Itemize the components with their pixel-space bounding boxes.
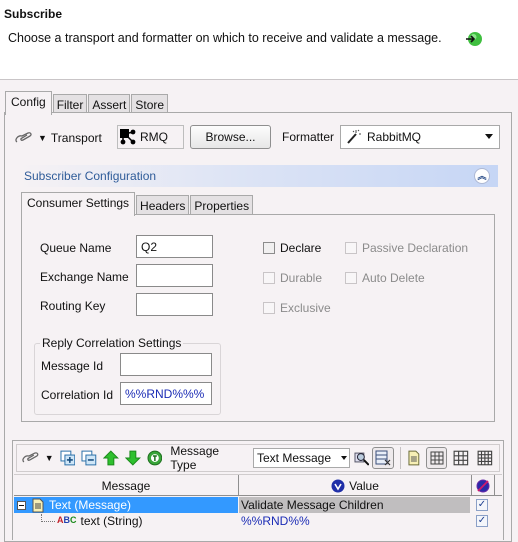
- main-tabs: Config Filter Assert Store: [5, 91, 169, 115]
- durable-label: Durable: [280, 271, 323, 285]
- header: Subscribe Choose a transport and formatt…: [0, 0, 518, 80]
- tab-filter[interactable]: Filter: [52, 94, 88, 114]
- message-document-icon: [32, 498, 44, 512]
- document-icon[interactable]: [406, 450, 422, 466]
- tab-store[interactable]: Store: [131, 94, 169, 114]
- correlation-id-input[interactable]: [120, 382, 212, 405]
- formatter-label: Formatter: [282, 130, 335, 144]
- column-separator: [494, 475, 495, 496]
- disabled-validation-icon: [476, 479, 490, 492]
- tab-assert[interactable]: Assert: [88, 94, 131, 114]
- formatter-select[interactable]: RabbitMQ: [340, 125, 500, 149]
- grid-view-2-icon[interactable]: [453, 450, 469, 466]
- rmq-transport-icon: [120, 129, 136, 145]
- column-header-enabled[interactable]: [472, 475, 494, 496]
- message-type-value: Text Message: [257, 451, 332, 465]
- table-row[interactable]: Text (Message) Validate Message Children…: [14, 497, 502, 513]
- exchange-name-label: Exchange Name: [40, 270, 129, 284]
- section-title: Subscriber Configuration: [24, 169, 157, 183]
- checkbox-box: [345, 242, 357, 254]
- paperclip-icon[interactable]: [21, 450, 41, 466]
- transport-row: ▼ Transport: [14, 125, 105, 151]
- message-id-input[interactable]: [120, 353, 212, 376]
- schema-filter-icon: [375, 450, 391, 466]
- subscriber-tabs: Consumer Settings Headers Properties: [21, 192, 254, 216]
- remove-child-icon[interactable]: [81, 450, 97, 466]
- string-type-icon: ABC: [57, 515, 77, 525]
- tab-consumer-settings[interactable]: Consumer Settings: [21, 192, 136, 216]
- tab-headers[interactable]: Headers: [136, 195, 190, 215]
- message-type-label: Message Type: [170, 444, 220, 472]
- message-cell[interactable]: Text (Message): [14, 497, 238, 513]
- durable-checkbox[interactable]: Durable: [263, 271, 322, 285]
- column-header-message[interactable]: Message: [14, 475, 238, 496]
- green-arrow-go-icon: [466, 32, 482, 46]
- message-node-label: Text (Message): [49, 498, 132, 512]
- dropdown-arrow-icon: [340, 456, 347, 460]
- magic-wand-icon: [347, 129, 361, 144]
- row-enabled-checkbox[interactable]: ✓: [476, 515, 488, 527]
- routing-key-label: Routing Key: [40, 299, 106, 313]
- grid-view-3-icon[interactable]: [477, 450, 493, 466]
- message-grid-header: Message Value: [14, 474, 502, 496]
- exchange-name-input[interactable]: [136, 264, 213, 287]
- dropdown-arrow-icon: [485, 134, 493, 139]
- validation-shield-icon: [331, 479, 345, 492]
- transport-field[interactable]: RMQ: [117, 125, 184, 149]
- checkbox-box: [263, 242, 275, 254]
- move-down-icon[interactable]: [124, 450, 141, 466]
- zoom-inspect-icon[interactable]: [354, 450, 370, 466]
- auto-delete-checkbox[interactable]: Auto Delete: [345, 271, 425, 285]
- checkbox-box: [345, 272, 357, 284]
- collapse-tree-icon[interactable]: [17, 500, 26, 510]
- auto-delete-label: Auto Delete: [362, 271, 425, 285]
- grid-view-1-toggle[interactable]: [425, 447, 448, 469]
- schema-filter-toggle[interactable]: [372, 447, 395, 469]
- paperclip-dropdown-caret-icon[interactable]: ▼: [45, 453, 54, 463]
- page-description: Choose a transport and formatter on whic…: [8, 31, 442, 45]
- reply-correlation-title: Reply Correlation Settings: [40, 336, 184, 350]
- move-up-icon[interactable]: [103, 450, 119, 466]
- routing-key-input[interactable]: [136, 293, 213, 316]
- message-toolbar: ▼ Message Type Text Message: [16, 444, 500, 472]
- tab-config[interactable]: Config: [5, 91, 52, 115]
- queue-name-input[interactable]: [136, 235, 213, 258]
- browse-button[interactable]: Browse...: [190, 125, 271, 149]
- value-header-label: Value: [349, 478, 379, 493]
- table-row[interactable]: ABC text (String) %%RND%% ✓: [14, 513, 502, 529]
- declare-checkbox[interactable]: Declare: [263, 241, 321, 255]
- text-node-icon[interactable]: [147, 450, 163, 466]
- value-cell[interactable]: Validate Message Children: [239, 497, 470, 513]
- message-type-select[interactable]: Text Message: [253, 448, 350, 468]
- message-id-label: Message Id: [41, 359, 104, 373]
- transport-value: RMQ: [140, 130, 168, 144]
- tab-properties[interactable]: Properties: [190, 195, 254, 215]
- collapse-up-icon[interactable]: ︽: [474, 168, 490, 184]
- add-child-icon[interactable]: [60, 450, 76, 466]
- checkbox-box: [263, 272, 275, 284]
- passive-declaration-label: Passive Declaration: [362, 241, 469, 255]
- subscriber-configuration-header[interactable]: Subscriber Configuration ︽: [18, 165, 498, 187]
- tree-connector: [41, 514, 55, 522]
- grid-icon: [430, 451, 444, 465]
- exclusive-checkbox[interactable]: Exclusive: [263, 301, 331, 315]
- declare-label: Declare: [280, 241, 322, 255]
- exclusive-label: Exclusive: [280, 301, 331, 315]
- row-enabled-checkbox[interactable]: ✓: [476, 499, 488, 511]
- page-title: Subscribe: [4, 7, 63, 21]
- passive-declaration-checkbox[interactable]: Passive Declaration: [345, 241, 468, 255]
- queue-name-label: Queue Name: [40, 241, 112, 255]
- formatter-value: RabbitMQ: [367, 130, 422, 144]
- value-cell[interactable]: %%RND%%: [239, 513, 470, 529]
- message-cell[interactable]: ABC text (String): [14, 513, 238, 529]
- correlation-id-label: Correlation Id: [41, 388, 114, 402]
- transport-label: Transport: [50, 131, 102, 145]
- message-node-label: text (String): [80, 514, 143, 528]
- paperclip-icon[interactable]: [14, 131, 34, 145]
- paperclip-dropdown-caret-icon[interactable]: ▼: [38, 133, 47, 143]
- toolbar-separator: [400, 447, 401, 469]
- column-header-value[interactable]: Value: [239, 475, 471, 496]
- checkbox-box: [263, 302, 275, 314]
